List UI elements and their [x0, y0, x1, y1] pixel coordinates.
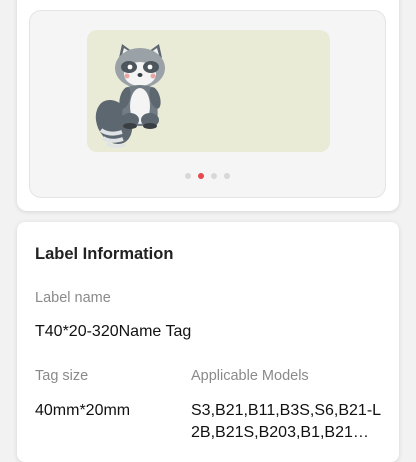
tag-size-value: 40mm*20mm — [35, 402, 131, 419]
tag-size-label: Tag size — [35, 368, 89, 384]
label-name-label: Label name — [35, 290, 111, 306]
label-preview-card — [17, 0, 399, 211]
carousel-dot-2[interactable] — [198, 173, 204, 179]
carousel-pager — [30, 173, 385, 179]
label-information-card: Label Information Label name T40*20-320N… — [17, 222, 399, 462]
label-name-value: T40*20-320Name Tag — [35, 323, 192, 340]
carousel-dot-1[interactable] — [185, 173, 191, 179]
applicable-models-label: Applicable Models — [191, 368, 309, 384]
carousel-dot-3[interactable] — [211, 173, 217, 179]
carousel-dot-4[interactable] — [224, 173, 230, 179]
section-title: Label Information — [35, 245, 174, 263]
label-template-image[interactable] — [87, 30, 330, 152]
raccoon-illustration — [95, 44, 165, 148]
applicable-models-value: S3,B21,B11,B3S,S6,B21-L2B,B21S,B203,B1,B… — [191, 402, 382, 441]
preview-frame — [29, 10, 386, 198]
